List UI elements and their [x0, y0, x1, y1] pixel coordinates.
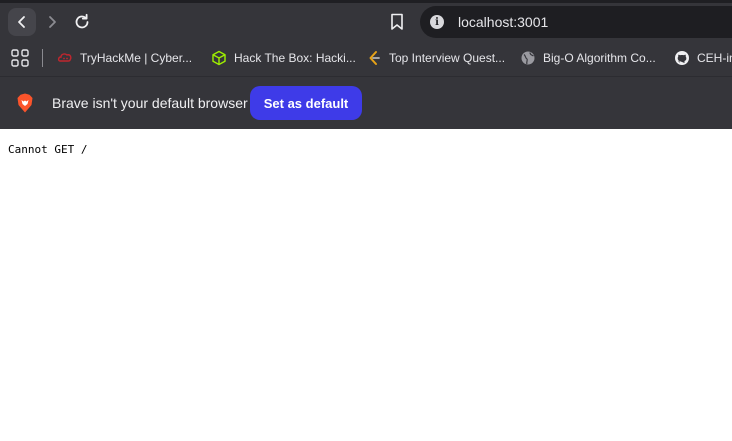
bookmarks-separator	[42, 49, 43, 67]
back-button[interactable]	[8, 8, 36, 36]
browser-toolbar: i localhost:3001	[0, 3, 732, 40]
globe-icon	[520, 50, 536, 66]
browser-window: i localhost:3001 TryHackMe | Cyber... Ha…	[0, 0, 732, 441]
bookmark-tryhackme[interactable]: TryHackMe | Cyber...	[57, 48, 197, 68]
bookmark-interview-questions[interactable]: Top Interview Quest...	[366, 48, 511, 68]
page-content: Cannot GET /	[0, 129, 732, 441]
address-bar[interactable]: i localhost:3001	[420, 6, 732, 38]
bookmark-ceh[interactable]: CEH-in	[674, 48, 732, 68]
bookmark-hackthebox[interactable]: Hack The Box: Hacki...	[211, 48, 356, 68]
forward-arrow-icon	[49, 16, 56, 28]
set-as-default-button[interactable]: Set as default	[250, 86, 362, 120]
github-icon	[674, 50, 690, 66]
bookmark-label: Top Interview Quest...	[389, 51, 506, 65]
leetcode-icon	[366, 50, 382, 66]
url-text[interactable]: localhost:3001	[458, 14, 548, 30]
reload-icon	[75, 13, 89, 29]
hackthebox-icon	[211, 50, 227, 66]
bookmark-label: Big-O Algorithm Co...	[543, 51, 656, 65]
brave-lion-icon	[17, 93, 33, 113]
site-info-icon[interactable]: i	[430, 15, 444, 29]
error-message: Cannot GET /	[8, 143, 88, 156]
bookmarks-bar: TryHackMe | Cyber... Hack The Box: Hacki…	[0, 40, 732, 77]
infobar-message: Brave isn't your default browser	[52, 95, 248, 111]
bookmark-label: TryHackMe | Cyber...	[80, 51, 193, 65]
apps-grid-icon[interactable]	[11, 49, 29, 67]
forward-button[interactable]	[38, 8, 66, 36]
bookmark-label: Hack The Box: Hacki...	[234, 51, 356, 65]
tryhackme-icon	[57, 50, 73, 66]
default-browser-infobar: Brave isn't your default browser Set as …	[0, 77, 732, 129]
bookmark-icon	[391, 13, 403, 30]
bookmark-page-button[interactable]	[384, 8, 410, 36]
bookmark-label: CEH-in	[697, 51, 732, 65]
bookmark-big-o[interactable]: Big-O Algorithm Co...	[520, 48, 664, 68]
back-arrow-icon	[18, 16, 25, 28]
reload-button[interactable]	[68, 8, 96, 36]
